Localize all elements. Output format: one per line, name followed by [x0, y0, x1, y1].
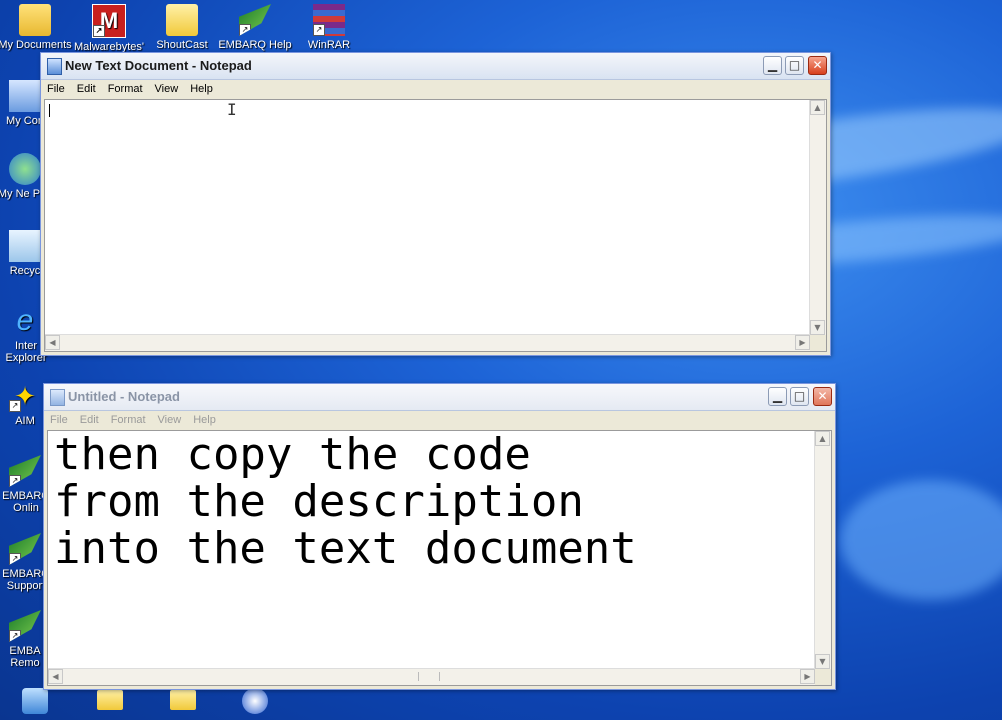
- embarq-online-icon: ↗: [9, 455, 41, 487]
- menu-help[interactable]: Help: [187, 411, 222, 426]
- windows-media-icon[interactable]: [242, 688, 268, 714]
- menu-format[interactable]: Format: [105, 411, 152, 426]
- shortcut-arrow-icon: ↗: [239, 24, 251, 36]
- minimize-button[interactable]: ▁: [768, 387, 787, 406]
- my-computer-icon: [9, 80, 41, 112]
- shortcut-arrow-icon: ↗: [9, 553, 21, 565]
- shortcut-arrow-icon: ↗: [9, 400, 21, 412]
- text-line: from the description: [54, 476, 584, 527]
- text-caret: [49, 104, 50, 117]
- shortcut-arrow-icon: ↗: [93, 25, 105, 37]
- scroll-up-button[interactable]: ▲: [810, 100, 825, 115]
- malwarebytes-icon: M ↗: [92, 4, 126, 38]
- menu-view[interactable]: View: [149, 80, 185, 95]
- my-network-places-icon: [9, 153, 41, 185]
- menu-file[interactable]: File: [41, 80, 71, 95]
- scroll-thumb-grip[interactable]: [418, 672, 440, 681]
- resize-grip[interactable]: [815, 669, 831, 685]
- menu-edit[interactable]: Edit: [71, 80, 102, 95]
- title-bar[interactable]: Untitled - Notepad ▁ □ ✕: [44, 384, 835, 411]
- window-title: Untitled - Notepad: [68, 389, 180, 404]
- scroll-up-button[interactable]: ▲: [815, 431, 830, 446]
- folder-icon: [166, 4, 198, 36]
- menu-bar: File Edit Format View Help: [44, 411, 835, 430]
- resize-grip[interactable]: [810, 335, 826, 351]
- window-title: New Text Document - Notepad: [65, 58, 252, 73]
- aim-icon: ✦ ↗: [9, 380, 41, 412]
- document-text: then copy the code from the description in…: [54, 431, 637, 572]
- desktop-icon-label: WinRAR: [307, 39, 351, 51]
- text-editor[interactable]: then copy the code from the description in…: [47, 430, 832, 686]
- shortcut-arrow-icon: ↗: [9, 475, 21, 487]
- scroll-left-button[interactable]: ◀: [45, 335, 60, 350]
- minimize-button[interactable]: ▁: [763, 56, 782, 75]
- desktop-icon-my-documents[interactable]: My Documents: [0, 4, 72, 51]
- maximize-button[interactable]: □: [785, 56, 804, 75]
- embarq-support-icon: ↗: [9, 533, 41, 565]
- desktop-icon-winrar[interactable]: ↗ WinRAR: [292, 4, 366, 51]
- desktop-icon-bottom-1[interactable]: [22, 688, 48, 714]
- desktop-icon-label: ShoutCast: [156, 39, 208, 51]
- shortcut-arrow-icon: ↗: [9, 630, 21, 642]
- shortcut-arrow-icon: ↗: [313, 24, 325, 36]
- wallpaper-streak: [840, 480, 1002, 600]
- horizontal-scrollbar[interactable]: ◀ ▶: [48, 668, 815, 685]
- scroll-down-button[interactable]: ▼: [810, 320, 825, 335]
- notepad-icon: [50, 389, 65, 406]
- vertical-scrollbar[interactable]: ▲ ▼: [814, 431, 831, 669]
- desktop-icon-label: My Documents: [0, 39, 72, 51]
- text-line: then copy the code: [54, 429, 531, 480]
- embarq-remote-icon: ↗: [9, 610, 41, 642]
- menu-view[interactable]: View: [152, 411, 188, 426]
- vertical-scrollbar[interactable]: ▲ ▼: [809, 100, 826, 335]
- close-button[interactable]: ✕: [813, 387, 832, 406]
- menu-edit[interactable]: Edit: [74, 411, 105, 426]
- my-documents-icon: [19, 4, 51, 36]
- scroll-right-button[interactable]: ▶: [800, 669, 815, 684]
- ibeam-cursor-icon: I: [227, 100, 237, 119]
- title-bar[interactable]: New Text Document - Notepad ▁ □ ✕: [41, 53, 830, 80]
- horizontal-scrollbar[interactable]: ◀ ▶: [45, 334, 810, 351]
- winrar-icon: ↗: [313, 4, 345, 36]
- maximize-button[interactable]: □: [790, 387, 809, 406]
- embarq-help-icon: ↗: [239, 4, 271, 36]
- menu-file[interactable]: File: [44, 411, 74, 426]
- notepad-icon: [47, 58, 62, 75]
- menu-help[interactable]: Help: [184, 80, 219, 95]
- scroll-left-button[interactable]: ◀: [48, 669, 63, 684]
- text-editor[interactable]: I ▲ ▼ ◀ ▶: [44, 99, 827, 352]
- desktop-icon-label: EMBARQ Help: [218, 39, 292, 51]
- internet-explorer-icon: e: [16, 304, 34, 337]
- desktop-icon-shoutcast[interactable]: ShoutCast: [145, 4, 219, 51]
- folder-icon[interactable]: [170, 690, 196, 710]
- folder-icon[interactable]: [97, 690, 123, 710]
- scroll-down-button[interactable]: ▼: [815, 654, 830, 669]
- desktop-icon-embarq-help[interactable]: ↗ EMBARQ Help: [218, 4, 292, 51]
- notepad-window-untitled[interactable]: Untitled - Notepad ▁ □ ✕ File Edit Format V…: [43, 383, 836, 690]
- close-button[interactable]: ✕: [808, 56, 827, 75]
- scroll-right-button[interactable]: ▶: [795, 335, 810, 350]
- menu-format[interactable]: Format: [102, 80, 149, 95]
- recycle-bin-icon: [9, 230, 41, 262]
- text-line: into the text document: [54, 523, 637, 574]
- menu-bar: File Edit Format View Help: [41, 80, 830, 99]
- desktop-icon-malwarebytes[interactable]: M ↗ Malwarebytes': [72, 4, 146, 53]
- notepad-window-new-text-document[interactable]: New Text Document - Notepad ▁ □ ✕ File Ed…: [40, 52, 831, 356]
